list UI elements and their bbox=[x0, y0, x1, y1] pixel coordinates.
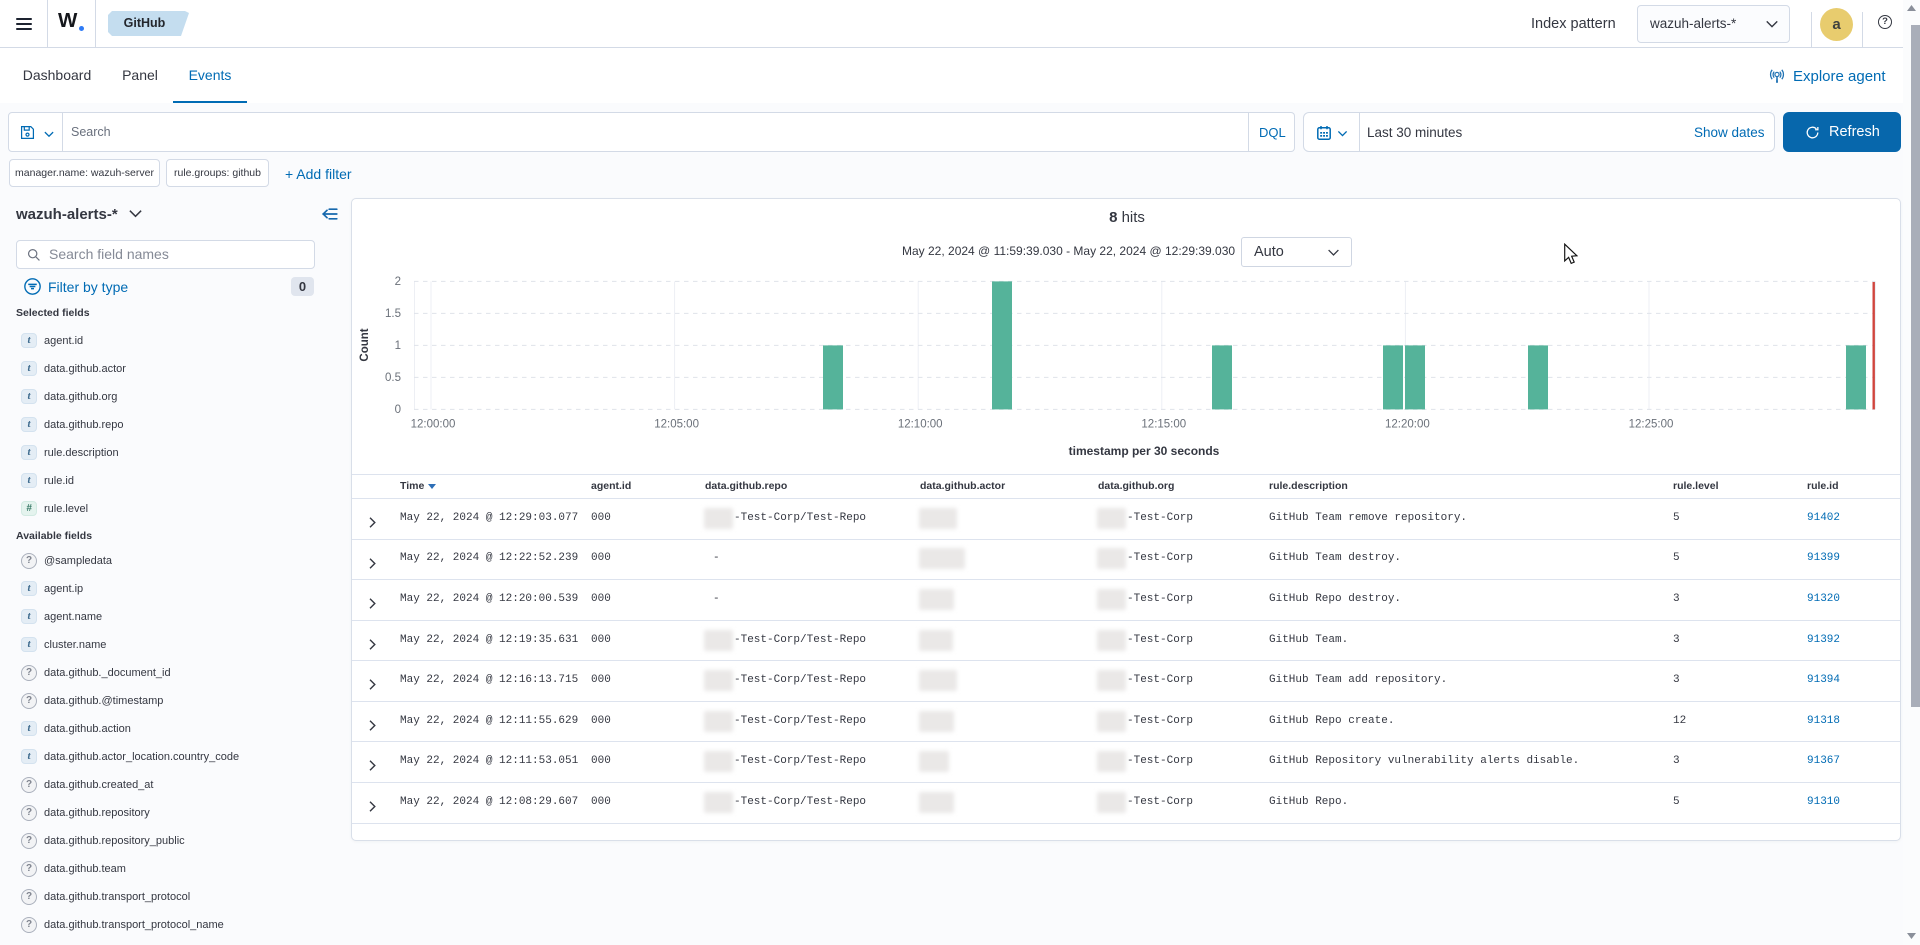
svg-text:12:00:00: 12:00:00 bbox=[411, 419, 456, 431]
svg-text:0.5: 0.5 bbox=[385, 372, 401, 384]
svg-text:0: 0 bbox=[395, 404, 401, 416]
svg-text:timestamp per 30 seconds: timestamp per 30 seconds bbox=[1069, 444, 1220, 458]
svg-text:Count: Count bbox=[359, 328, 371, 361]
svg-text:12:20:00: 12:20:00 bbox=[1385, 419, 1430, 431]
svg-text:12:25:00: 12:25:00 bbox=[1629, 419, 1674, 431]
svg-text:12:05:00: 12:05:00 bbox=[654, 419, 699, 431]
svg-text:2: 2 bbox=[395, 276, 401, 288]
svg-text:1: 1 bbox=[395, 340, 401, 352]
svg-text:1.5: 1.5 bbox=[385, 308, 401, 320]
svg-text:12:10:00: 12:10:00 bbox=[898, 419, 943, 431]
svg-text:12:15:00: 12:15:00 bbox=[1141, 419, 1186, 431]
